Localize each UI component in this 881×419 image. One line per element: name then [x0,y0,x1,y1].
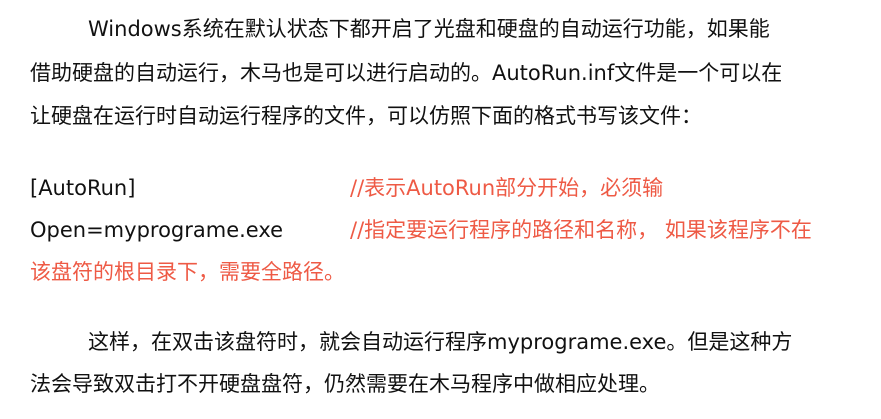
code-comment-3: 该盘符的根目录下，需要全路径。 [30,260,345,284]
paragraph1-line3: 让硬盘在运行时自动运行程序的文件，可以仿照下面的格式书写该文件： [30,104,702,128]
code-comment-2: //指定要运行程序的路径和名称， 如果该程序不在 [350,218,812,242]
code-line-2: Open=myprograme.exe //指定要运行程序的路径和名称， 如果该… [30,215,812,245]
code-comment-1: //表示AutoRun部分开始，必须输 [350,176,664,200]
paragraph2-line2: 法会导致双击打不开硬盘盘符，仍然需要在木马程序中做相应处理。 [30,372,660,396]
code-autorun-section: [AutoRun] [30,176,136,200]
paragraph1-line1: Windows系统在默认状态下都开启了光盘和硬盘的自动运行功能，如果能 [88,17,770,41]
document-page: Windows系统在默认状态下都开启了光盘和硬盘的自动运行功能，如果能 借助硬盘… [0,0,881,419]
paragraph1-line2: 借助硬盘的自动运行，木马也是可以进行启动的。AutoRun.inf文件是一个可以… [30,61,783,85]
paragraph2-line1: 这样，在双击该盘符时，就会自动运行程序myprograme.exe。但是这种方 [88,330,793,354]
code-open-entry: Open=myprograme.exe [30,218,284,242]
code-line-1: [AutoRun] //表示AutoRun部分开始，必须输 [30,173,663,203]
